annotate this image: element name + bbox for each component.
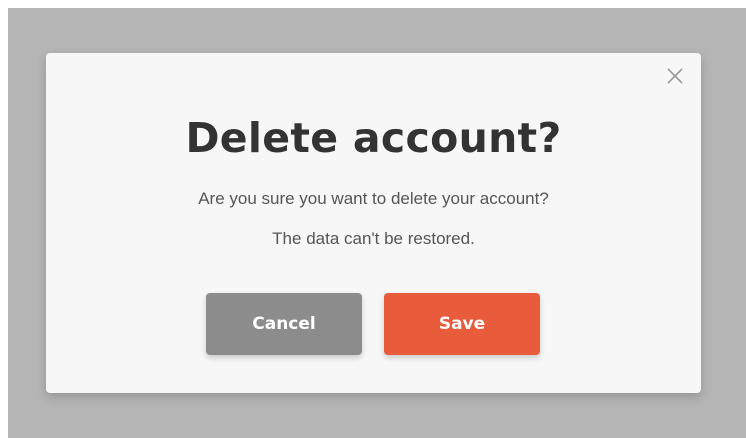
cancel-button[interactable]: Cancel: [206, 293, 362, 355]
save-button[interactable]: Save: [384, 293, 540, 355]
dialog-title: Delete account?: [185, 114, 562, 162]
close-button[interactable]: [666, 67, 684, 85]
dialog-message-line-1: Are you sure you want to delete your acc…: [198, 189, 549, 208]
dialog-message-line-2: The data can't be restored.: [272, 229, 475, 248]
delete-account-dialog: Delete account? Are you sure you want to…: [46, 53, 701, 393]
close-icon: [666, 67, 684, 85]
